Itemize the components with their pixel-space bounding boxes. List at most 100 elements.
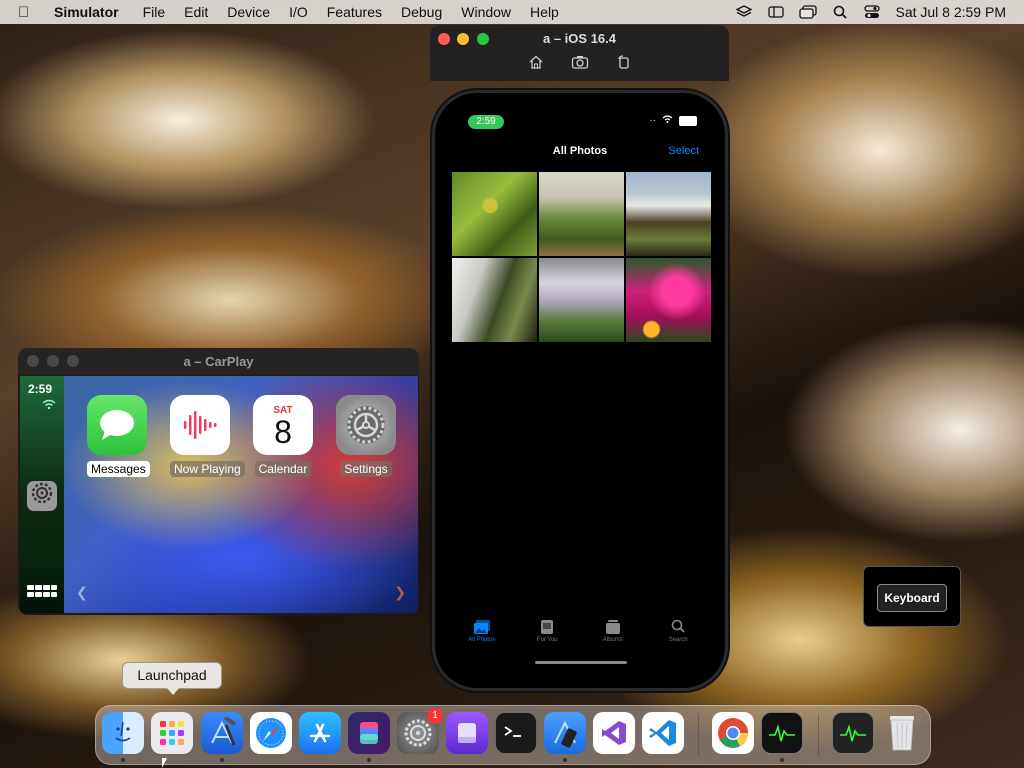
status-time: 2:59 — [468, 115, 504, 129]
apple-icon[interactable]:  — [18, 4, 38, 21]
dock-separator — [818, 714, 819, 756]
menu-debug[interactable]: Debug — [401, 4, 442, 20]
vscode-icon[interactable] — [642, 712, 684, 754]
status-indicators: ·· — [649, 115, 697, 126]
menu-help[interactable]: Help — [530, 4, 559, 20]
tab-label: For You — [536, 637, 558, 643]
search-icon — [653, 619, 703, 637]
calendar-date: 8 — [274, 413, 292, 450]
wifi-icon — [662, 115, 673, 126]
tab-albums[interactable]: Albums — [588, 619, 638, 643]
battery-icon — [679, 115, 697, 126]
simulator-titlebar[interactable]: a – iOS 16.4 — [430, 25, 729, 81]
stack-icon[interactable] — [735, 4, 753, 20]
photo-grid — [452, 172, 711, 342]
visual-studio-icon[interactable] — [593, 712, 635, 754]
keyboard-button[interactable]: Keyboard — [877, 584, 947, 612]
photo-thumbnail[interactable] — [626, 258, 711, 342]
messages-icon — [87, 395, 147, 455]
finder-icon[interactable] — [102, 712, 144, 754]
signal-icon: ·· — [649, 115, 656, 126]
running-indicator — [563, 758, 567, 762]
safari-icon[interactable] — [250, 712, 292, 754]
activity-monitor-icon[interactable] — [761, 712, 803, 754]
menu-features[interactable]: Features — [327, 4, 382, 20]
tab-label: Search — [668, 637, 688, 643]
notification-badge: 1 — [427, 708, 443, 724]
menu-edit[interactable]: Edit — [184, 4, 208, 20]
system-settings-icon[interactable]: 1 — [397, 708, 443, 754]
search-icon[interactable] — [831, 4, 849, 20]
screenshot-icon[interactable] — [568, 55, 592, 73]
home-indicator[interactable] — [535, 661, 627, 664]
app-store-icon[interactable] — [299, 712, 341, 754]
now-playing-icon — [170, 395, 230, 455]
app-label: Now Playing — [170, 461, 245, 477]
running-indicator — [367, 758, 371, 762]
menu-file[interactable]: File — [143, 4, 166, 20]
keyboard-panel: Keyboard — [863, 566, 961, 627]
simulator-toolbar — [430, 55, 729, 73]
shortcuts-icon[interactable] — [348, 712, 390, 754]
carplay-sidebar: 2:59 — [20, 376, 64, 613]
carplay-app-messages[interactable]: Messages — [87, 395, 150, 478]
menu-bar-status-area: Sat Jul 8 2:59 PM — [735, 0, 1006, 24]
tab-search[interactable]: Search — [653, 619, 703, 643]
carplay-screen[interactable]: 2:59 Messages Now Playing SAT 8 Calendar… — [20, 376, 418, 613]
terminal-icon[interactable] — [495, 712, 537, 754]
control-center-icon[interactable] — [863, 4, 881, 20]
home-icon[interactable] — [524, 55, 548, 73]
app-grid-icon[interactable] — [27, 585, 57, 603]
running-indicator — [780, 758, 784, 762]
app-label: Calendar — [254, 461, 312, 477]
albums-icon — [588, 619, 638, 637]
rotate-icon[interactable] — [612, 55, 636, 73]
simulator-icon[interactable] — [544, 712, 586, 754]
dock-separator — [698, 714, 699, 756]
menu-clock[interactable]: Sat Jul 8 2:59 PM — [895, 4, 1006, 20]
carplay-titlebar[interactable]: a – CarPlay — [18, 348, 419, 375]
iphone-screen[interactable]: 2:59 ·· All Photos Select All Photos For… — [435, 93, 725, 688]
carplay-app-now-playing[interactable]: Now Playing — [170, 395, 245, 478]
tab-label: Albums — [602, 637, 623, 643]
mouse-cursor — [162, 758, 167, 768]
select-button[interactable]: Select — [668, 145, 699, 157]
simulator-title: a – iOS 16.4 — [543, 31, 616, 46]
disk-utility-icon[interactable] — [446, 712, 488, 754]
carplay-app-calendar[interactable]: SAT 8 Calendar — [253, 395, 313, 478]
simulator-window: a – iOS 16.4 2:59 ·· All Photos Select A… — [430, 25, 729, 690]
dock-tooltip: Launchpad — [122, 662, 222, 695]
photo-thumbnail[interactable] — [626, 172, 711, 256]
wifi-icon — [42, 399, 56, 411]
menu-app-name[interactable]: Simulator — [54, 4, 119, 20]
menu-window[interactable]: Window — [461, 4, 511, 20]
trash-icon[interactable] — [881, 712, 923, 754]
photo-thumbnail[interactable] — [452, 172, 537, 256]
launchpad-icon[interactable] — [151, 712, 193, 754]
sidebar-icon[interactable] — [767, 4, 785, 20]
photo-thumbnail[interactable] — [539, 172, 624, 256]
carplay-window: a – CarPlay 2:59 Messages Now Playing SA… — [18, 348, 419, 615]
gear-icon — [336, 395, 396, 455]
chevron-right-icon[interactable]: ❯ — [394, 584, 406, 601]
carplay-app-settings[interactable]: Settings — [336, 395, 396, 478]
photos-icon — [457, 619, 507, 637]
tab-all-photos[interactable]: All Photos — [457, 619, 507, 643]
tab-for-you[interactable]: For You — [522, 619, 572, 643]
photo-thumbnail[interactable] — [539, 258, 624, 342]
windows-icon[interactable] — [799, 4, 818, 20]
menu-device[interactable]: Device — [227, 4, 270, 20]
dock: 1 — [95, 705, 931, 765]
chrome-icon[interactable] — [712, 712, 754, 754]
photo-thumbnail[interactable] — [452, 258, 537, 342]
calendar-icon: SAT 8 — [253, 395, 313, 455]
xcode-icon[interactable] — [201, 712, 243, 754]
app-label: Settings — [340, 461, 392, 477]
gear-icon[interactable] — [27, 481, 57, 511]
activity-monitor-icon[interactable] — [832, 712, 874, 754]
menu-io[interactable]: I/O — [289, 4, 308, 20]
for-you-icon — [522, 619, 572, 637]
chevron-left-icon[interactable]: ❮ — [76, 584, 88, 601]
menu-bar:  Simulator File Edit Device I/O Feature… — [0, 0, 1024, 24]
running-indicator — [220, 758, 224, 762]
